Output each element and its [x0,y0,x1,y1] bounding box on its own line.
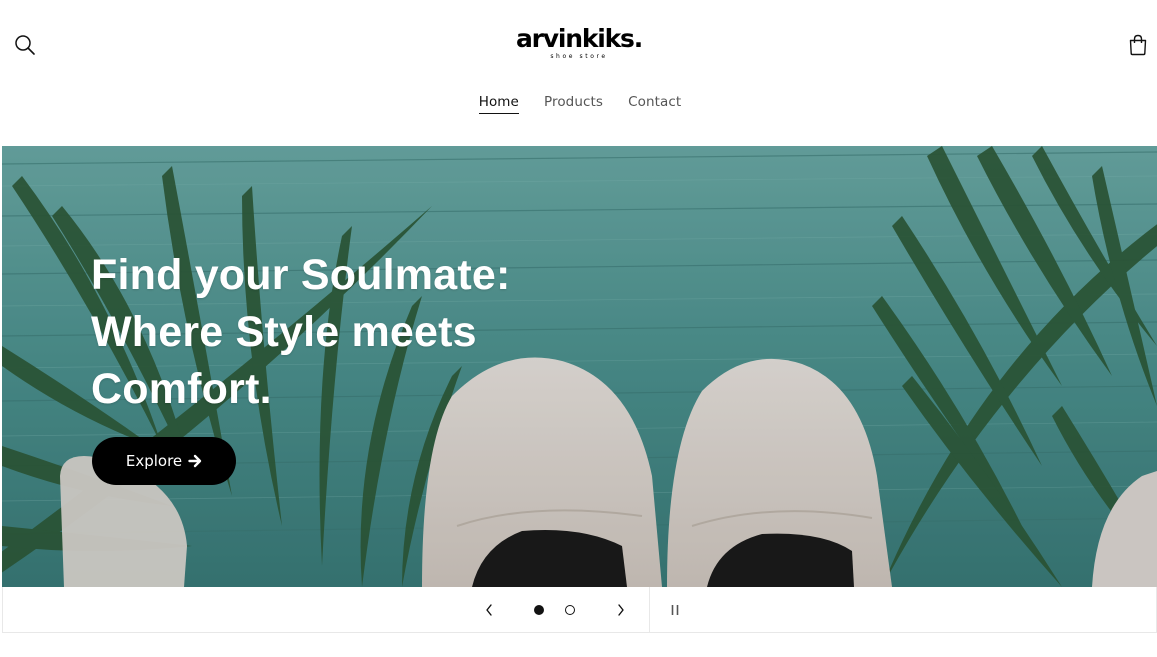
previous-slide-button[interactable] [477,587,501,632]
site-header: arvinkiks. shoe store Home Products Cont… [0,0,1157,146]
arrow-right-icon [188,454,202,468]
explore-button-label: Explore [125,452,183,470]
hero-heading: Find your Soulmate: Where Style meets Co… [91,247,611,418]
next-slide-button[interactable] [609,587,633,632]
main-nav: Home Products Contact [460,90,700,116]
hero-slideshow: Find your Soulmate: Where Style meets Co… [2,146,1157,587]
logo-tagline: shoe store [550,53,608,60]
store-logo[interactable]: arvinkiks. shoe store [500,24,658,66]
explore-button[interactable]: Explore [92,437,236,485]
slideshow-controls [2,587,1157,633]
hero-heading-line-1: Find your Soulmate: [91,251,511,299]
slide-dot-1[interactable] [529,587,549,632]
search-icon [15,35,35,55]
slide-dot-2[interactable] [560,587,580,632]
chevron-left-icon [486,603,492,616]
chevron-right-icon [618,603,624,616]
hero-heading-line-2: Where Style meets [91,308,477,356]
pause-icon [671,604,679,615]
hero-heading-line-3: Comfort. [91,365,272,413]
dot-filled-icon [534,604,544,615]
cart-button[interactable] [1124,31,1152,59]
controls-divider [649,587,650,632]
nav-link-home[interactable]: Home [478,92,519,114]
cart-icon [1129,34,1147,56]
search-button[interactable] [12,32,38,58]
pause-slideshow-button[interactable] [662,587,688,632]
nav-link-contact[interactable]: Contact [628,90,681,116]
logo-name: arvinkiks. [515,24,643,53]
nav-link-products[interactable]: Products [544,90,603,116]
dot-outline-icon [565,604,575,615]
